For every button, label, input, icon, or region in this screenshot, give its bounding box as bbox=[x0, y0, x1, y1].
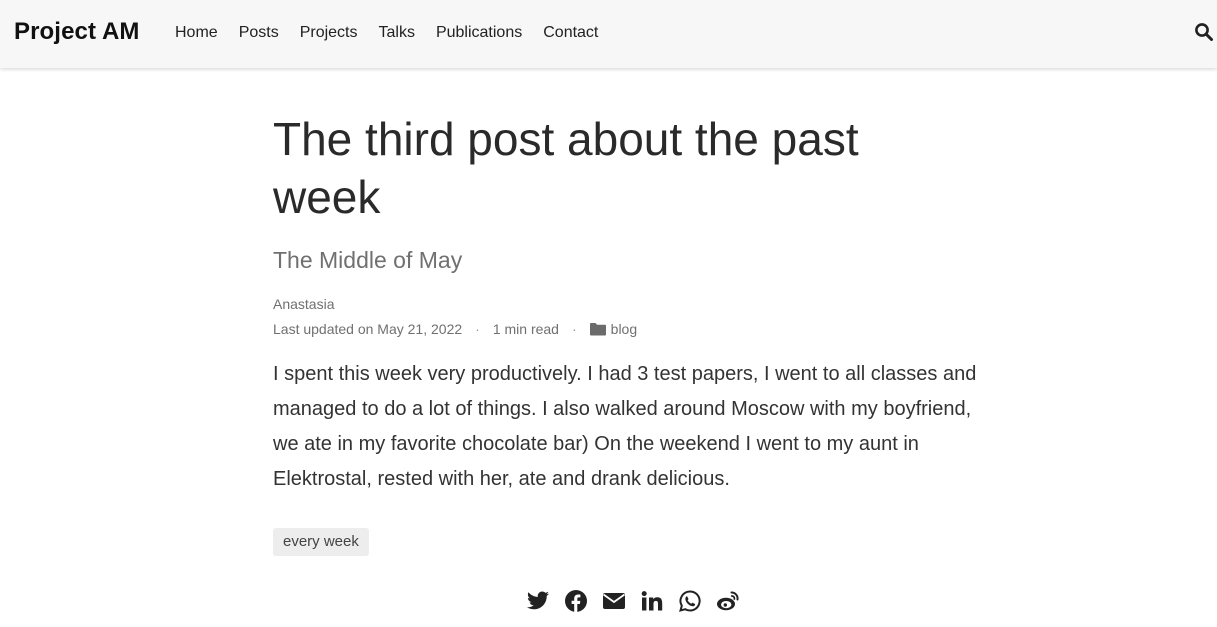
search-icon[interactable] bbox=[1194, 22, 1214, 42]
nav-link-projects[interactable]: Projects bbox=[300, 23, 358, 43]
meta-separator: · bbox=[475, 321, 480, 337]
facebook-icon[interactable] bbox=[564, 589, 588, 613]
tag-every-week[interactable]: every week bbox=[273, 528, 369, 556]
nav-link-posts[interactable]: Posts bbox=[239, 23, 279, 43]
last-updated: Last updated on May 21, 2022 bbox=[273, 321, 463, 337]
meta-separator: · bbox=[571, 321, 577, 337]
linkedin-icon[interactable] bbox=[640, 589, 664, 613]
site-brand-link[interactable]: Project AM bbox=[14, 18, 139, 46]
weibo-icon[interactable] bbox=[716, 589, 740, 613]
read-time: 1 min read bbox=[492, 321, 559, 337]
post-tags: every week bbox=[273, 528, 993, 556]
email-icon[interactable] bbox=[602, 589, 626, 613]
nav-link-talks[interactable]: Talks bbox=[379, 23, 415, 43]
navbar: Project AM Home Posts Projects Talks Pub… bbox=[0, 0, 1217, 68]
nav-link-contact[interactable]: Contact bbox=[543, 23, 598, 43]
article: The third post about the past week The M… bbox=[273, 110, 993, 556]
category-link-blog[interactable]: blog bbox=[611, 319, 637, 339]
nav-link-home[interactable]: Home bbox=[175, 23, 218, 43]
folder-icon bbox=[589, 321, 606, 336]
post-body: I spent this week very productively. I h… bbox=[273, 363, 977, 490]
post-title: The third post about the past week bbox=[273, 113, 859, 223]
whatsapp-icon[interactable] bbox=[678, 589, 702, 613]
post-meta: Anastasia Last updated on May 21, 2022 ·… bbox=[273, 294, 993, 339]
author-link[interactable]: Anastasia bbox=[273, 296, 334, 312]
share-links bbox=[526, 589, 754, 613]
post-subtitle: The Middle of May bbox=[273, 247, 463, 273]
main-nav: Home Posts Projects Talks Publications C… bbox=[175, 23, 619, 43]
nav-link-publications[interactable]: Publications bbox=[436, 23, 522, 43]
twitter-icon[interactable] bbox=[526, 589, 550, 613]
